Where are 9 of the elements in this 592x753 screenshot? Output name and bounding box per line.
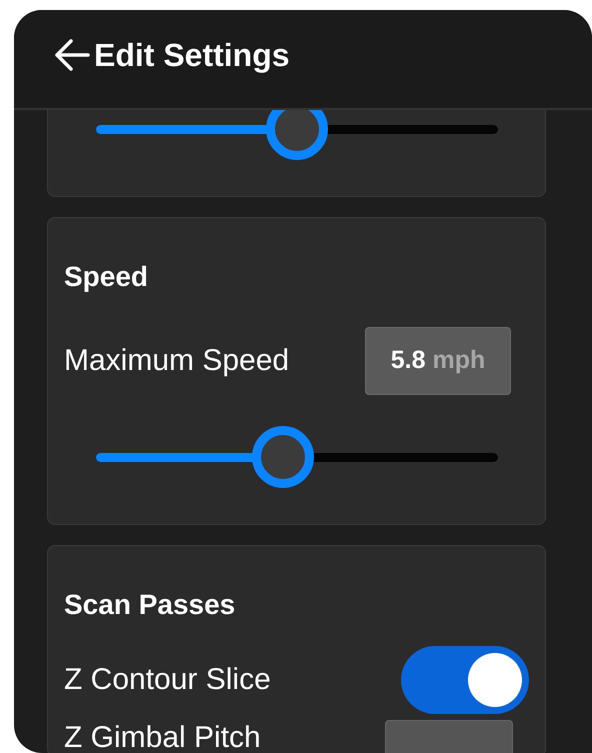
setting-label: Z Contour Slice xyxy=(64,662,271,698)
section-title: Speed xyxy=(64,260,150,294)
input-field[interactable] xyxy=(385,720,513,753)
page-title: Edit Settings xyxy=(94,39,290,71)
setting-label: Z Gimbal Pitch xyxy=(64,720,261,753)
value-field[interactable]: 5.8 mph xyxy=(365,327,511,395)
setting-label: Maximum Speed xyxy=(64,343,290,379)
back-arrow-icon[interactable] xyxy=(54,38,90,72)
section-title: Scan Passes xyxy=(64,588,236,622)
